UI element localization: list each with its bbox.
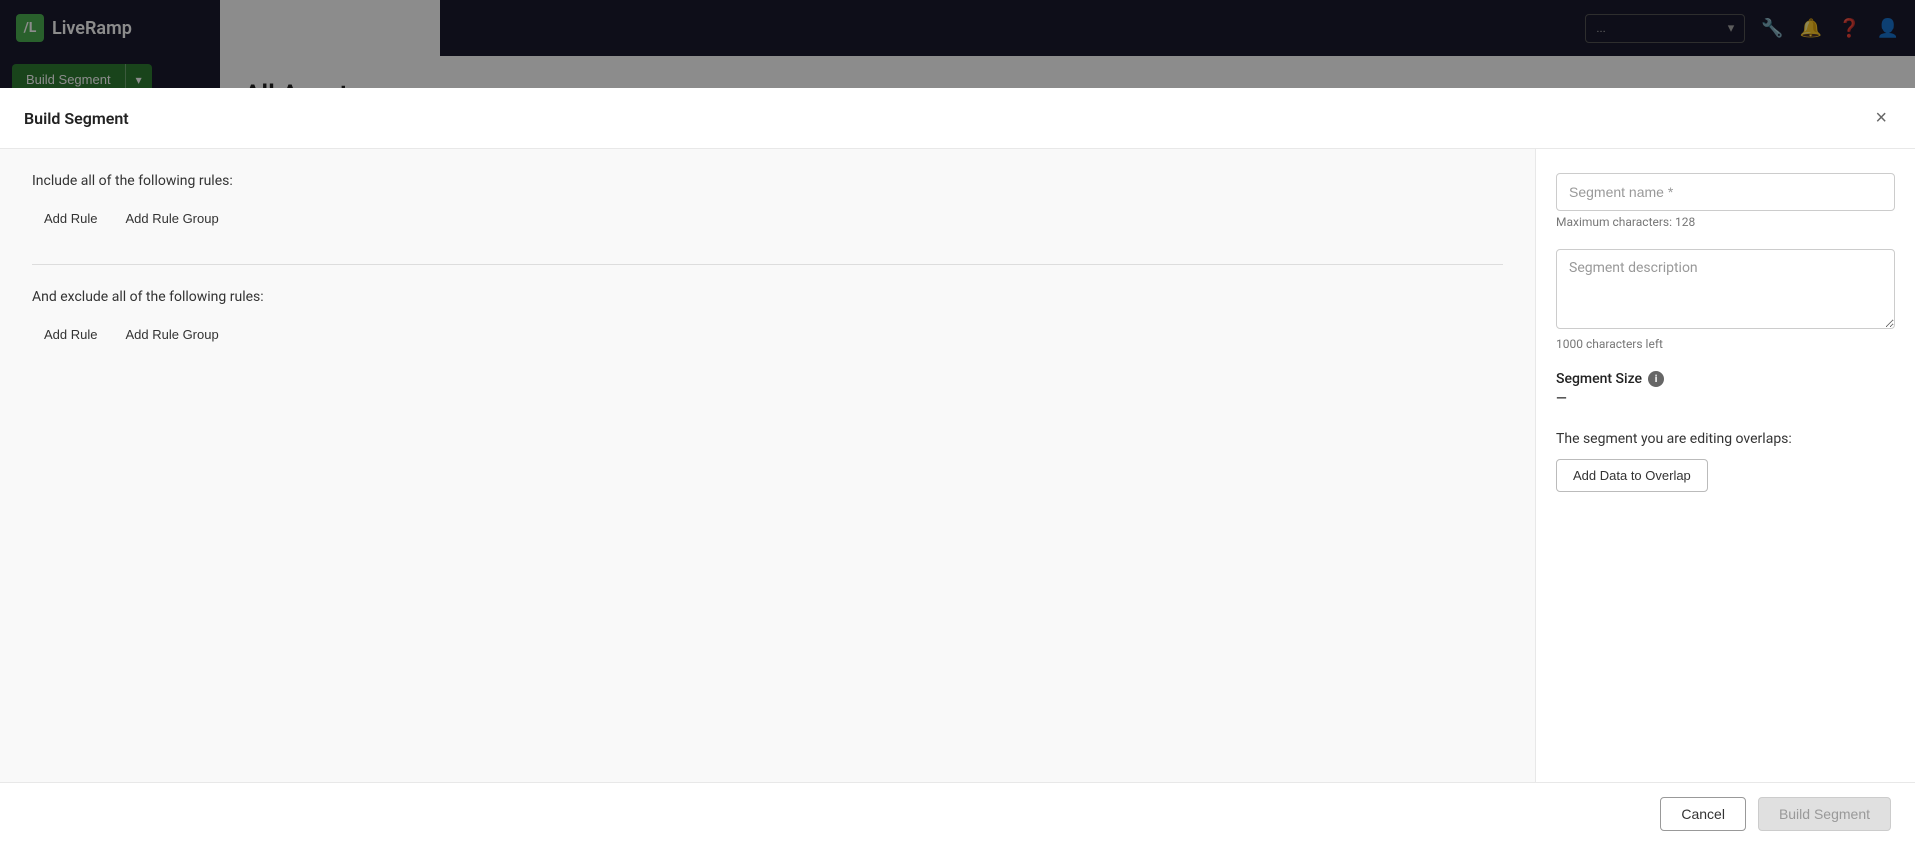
segment-description-hint: 1000 characters left [1556, 337, 1895, 351]
include-rules-section: Include all of the following rules: Add … [32, 173, 1503, 232]
modal-title: Build Segment [24, 109, 129, 128]
modal-close-button[interactable]: × [1871, 104, 1891, 132]
segment-name-input[interactable] [1556, 173, 1895, 211]
build-segment-modal: Build Segment × Include all of the follo… [0, 88, 1915, 845]
overlap-title: The segment you are editing overlaps: [1556, 431, 1895, 447]
modal-header: Build Segment × [0, 88, 1915, 149]
segment-description-group: 1000 characters left [1556, 249, 1895, 351]
exclude-add-rule-group-button[interactable]: Add Rule Group [113, 321, 230, 348]
include-add-rule-button[interactable]: Add Rule [32, 205, 109, 232]
overlap-section: The segment you are editing overlaps: Ad… [1556, 431, 1895, 492]
build-segment-submit-button[interactable]: Build Segment [1758, 797, 1891, 831]
segment-details-panel: Maximum characters: 128 1000 characters … [1535, 149, 1915, 782]
exclude-rules-section: And exclude all of the following rules: … [32, 289, 1503, 348]
rules-panel: Include all of the following rules: Add … [0, 149, 1535, 782]
modal-body: Include all of the following rules: Add … [0, 149, 1915, 782]
segment-size-value: — [1556, 391, 1895, 407]
cancel-button[interactable]: Cancel [1660, 797, 1746, 831]
segment-size-info-icon[interactable]: i [1648, 371, 1664, 387]
add-overlap-button[interactable]: Add Data to Overlap [1556, 459, 1708, 492]
segment-size-label: Segment Size i [1556, 371, 1895, 387]
include-add-rule-group-button[interactable]: Add Rule Group [113, 205, 230, 232]
exclude-rules-title: And exclude all of the following rules: [32, 289, 1503, 305]
include-rules-title: Include all of the following rules: [32, 173, 1503, 189]
include-rules-actions: Add Rule Add Rule Group [32, 205, 1503, 232]
segment-size-section: Segment Size i — [1556, 371, 1895, 407]
segment-name-group: Maximum characters: 128 [1556, 173, 1895, 229]
exclude-add-rule-button[interactable]: Add Rule [32, 321, 109, 348]
segment-description-input[interactable] [1556, 249, 1895, 329]
rules-divider [32, 264, 1503, 265]
segment-name-hint: Maximum characters: 128 [1556, 215, 1895, 229]
modal-footer: Cancel Build Segment [0, 782, 1915, 845]
exclude-rules-actions: Add Rule Add Rule Group [32, 321, 1503, 348]
